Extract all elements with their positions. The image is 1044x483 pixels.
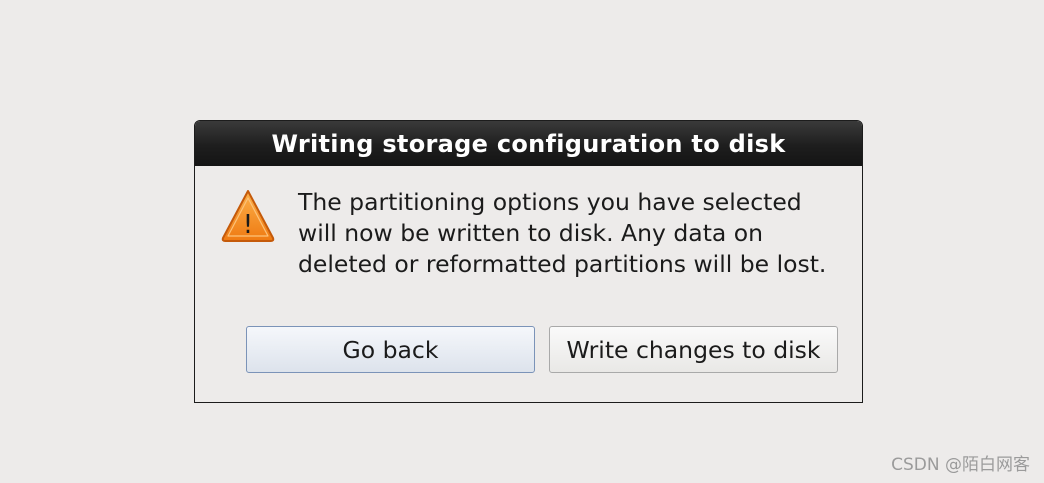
go-back-button[interactable]: Go back (246, 326, 535, 373)
warning-icon: ! (220, 188, 276, 244)
confirmation-dialog: Writing storage configuration to disk ! … (194, 120, 863, 403)
write-changes-button[interactable]: Write changes to disk (549, 326, 838, 373)
svg-text:!: ! (243, 210, 253, 240)
dialog-titlebar[interactable]: Writing storage configuration to disk (195, 121, 862, 166)
dialog-title: Writing storage configuration to disk (271, 129, 786, 158)
watermark: CSDN @陌白网客 (891, 455, 1030, 475)
dialog-message: The partitioning options you have select… (298, 188, 827, 278)
